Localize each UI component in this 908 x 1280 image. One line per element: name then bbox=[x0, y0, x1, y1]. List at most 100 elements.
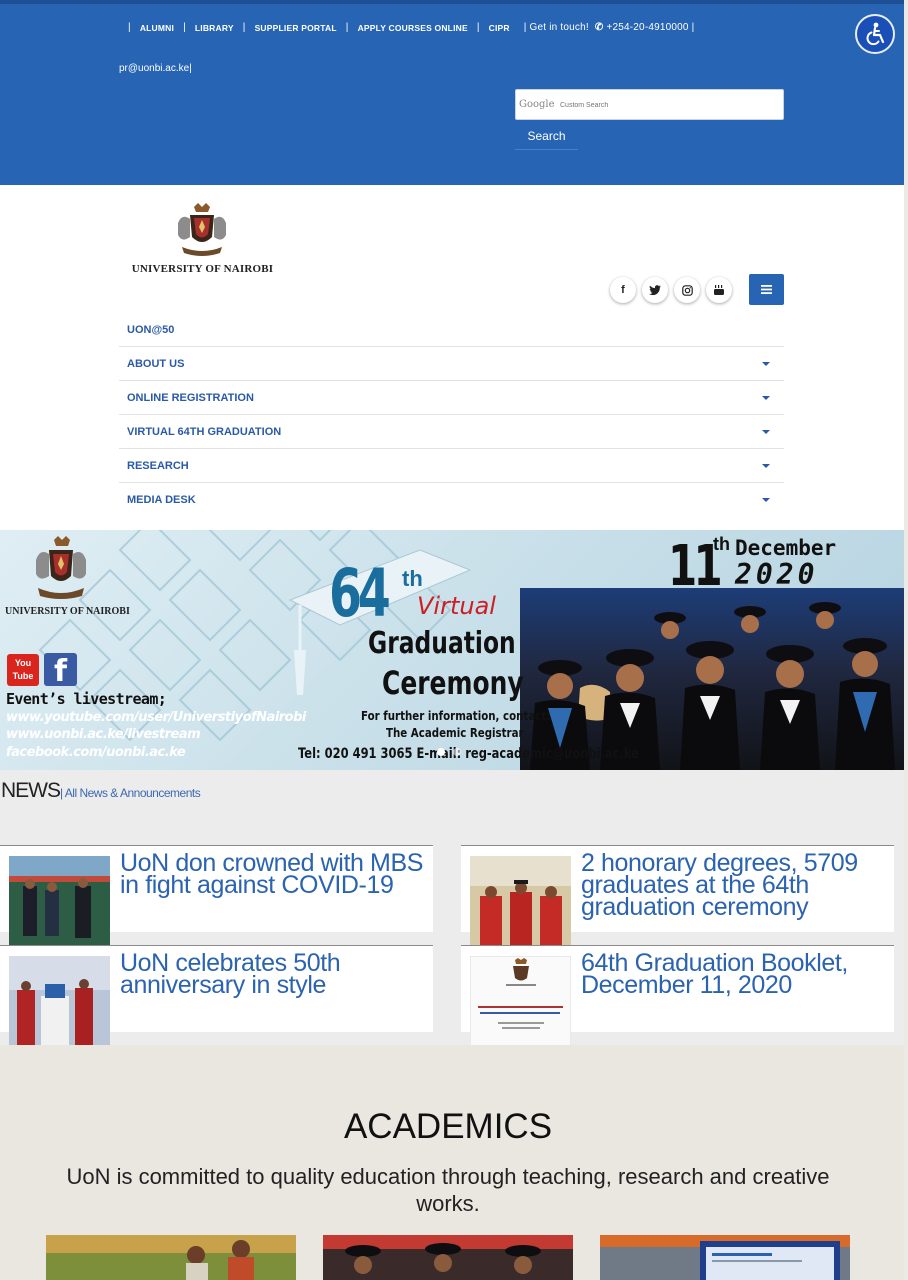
news-thumbnail bbox=[9, 956, 110, 1046]
nav-item-online-registration[interactable]: ONLINE REGISTRATION bbox=[119, 381, 784, 415]
search-button[interactable]: Search bbox=[515, 122, 578, 150]
link-separator: | bbox=[183, 22, 186, 33]
nav-item-label: ABOUT US bbox=[127, 358, 185, 370]
phone-icon: ✆ bbox=[594, 22, 604, 33]
youtube-logo-you: You bbox=[14, 658, 32, 668]
news-thumbnail bbox=[9, 856, 110, 946]
virtual-label: Virtual bbox=[417, 592, 496, 620]
twitter-icon[interactable] bbox=[642, 277, 668, 303]
news-card[interactable]: UoN don crowned with MBS in fight agains… bbox=[0, 845, 433, 946]
academics-heading: ACADEMICS bbox=[343, 1107, 553, 1146]
news-card[interactable]: 64th Graduation Booklet, December 11, 20… bbox=[461, 945, 894, 1046]
link-separator: | bbox=[345, 22, 349, 33]
twitter-bird bbox=[649, 284, 661, 295]
all-news-link[interactable]: | All News & Announcements bbox=[60, 786, 201, 800]
graduates-crowd-image bbox=[530, 602, 895, 770]
website-stream-link: www.uonbi.ac.ke/livestream bbox=[6, 727, 201, 742]
youtube-glyph bbox=[714, 285, 724, 295]
email-link[interactable]: pr@uonbi.ac.ke| bbox=[119, 63, 192, 74]
news-title: NEWS bbox=[1, 779, 61, 802]
youtube-logo-tube: Tube bbox=[12, 671, 34, 681]
link-separator: | bbox=[128, 22, 131, 33]
nav-item-about-us[interactable]: ABOUT US bbox=[119, 347, 784, 381]
cipr-link[interactable]: CIPR bbox=[489, 23, 510, 33]
youtube-icon[interactable] bbox=[706, 277, 732, 303]
caret-down-icon[interactable] bbox=[762, 464, 770, 468]
search-box: Google bbox=[515, 89, 784, 120]
youtube-logo: You Tube bbox=[7, 654, 39, 686]
link-separator: | bbox=[476, 22, 480, 33]
nav-item-research[interactable]: RESEARCH bbox=[119, 449, 784, 483]
nav-item-label: VIRTUAL 64TH GRADUATION bbox=[127, 426, 282, 438]
slider-dots bbox=[437, 748, 461, 756]
graduation-banner[interactable]: UNIVERSITY OF NAIROBI You Tube f Event’s … bbox=[0, 530, 904, 770]
news-headline[interactable]: 2 honorary degrees, 5709 graduates at th… bbox=[581, 851, 886, 920]
instagram-icon[interactable] bbox=[674, 277, 700, 303]
get-in-touch-text: | Get in touch! bbox=[523, 22, 589, 33]
link-separator: | bbox=[242, 22, 246, 33]
ceremony-month: December bbox=[735, 536, 837, 560]
facebook-logo: f bbox=[44, 653, 77, 689]
top-links: | ALUMNI | LIBRARY | SUPPLIER PORTAL | A… bbox=[119, 22, 694, 33]
news-card[interactable]: UoN celebrates 50th anniversary in style bbox=[0, 945, 433, 1046]
hamburger-icon bbox=[761, 285, 772, 294]
news-headline[interactable]: 64th Graduation Booklet, December 11, 20… bbox=[581, 951, 886, 998]
site-header: UNIVERSITY OF NAIROBI f UON@50 ABOUT US … bbox=[0, 185, 904, 530]
nav-item-uon50[interactable]: UON@50 bbox=[119, 313, 784, 347]
academics-image-graduates[interactable] bbox=[323, 1235, 573, 1280]
day-suffix: th bbox=[713, 534, 730, 554]
banner-university-name: UNIVERSITY OF NAIROBI bbox=[5, 606, 130, 617]
caret-down-icon[interactable] bbox=[762, 498, 770, 502]
youtube-stream-link: www.youtube.com/user/UniverstiyofNairobi bbox=[6, 710, 306, 725]
event-livestream-label: Event’s livestream; bbox=[6, 690, 167, 708]
caret-down-icon[interactable] bbox=[762, 430, 770, 434]
nav-item-virtual-graduation[interactable]: VIRTUAL 64TH GRADUATION bbox=[119, 415, 784, 449]
news-card[interactable]: 2 honorary degrees, 5709 graduates at th… bbox=[461, 845, 894, 946]
apply-courses-link[interactable]: APPLY COURSES ONLINE bbox=[358, 23, 468, 33]
graduation-label: Graduation bbox=[368, 626, 516, 661]
university-logo[interactable]: UNIVERSITY OF NAIROBI bbox=[125, 203, 280, 278]
ceremony-label: Ceremony bbox=[382, 664, 524, 702]
top-bar: | ALUMNI | LIBRARY | SUPPLIER PORTAL | A… bbox=[0, 0, 904, 185]
ceremony-year: 2020 bbox=[735, 558, 819, 591]
instagram-glyph bbox=[681, 284, 693, 296]
supplier-portal-link[interactable]: SUPPLIER PORTAL bbox=[255, 23, 337, 33]
news-headline[interactable]: UoN don crowned with MBS in fight agains… bbox=[120, 851, 425, 898]
accessibility-button[interactable] bbox=[855, 14, 895, 54]
academics-image-computer[interactable] bbox=[600, 1235, 850, 1280]
library-link[interactable]: LIBRARY bbox=[195, 23, 234, 33]
academics-image-students[interactable] bbox=[46, 1235, 296, 1280]
main-nav: UON@50 ABOUT US ONLINE REGISTRATION VIRT… bbox=[119, 313, 784, 517]
academics-tagline: UoN is committed to quality education th… bbox=[66, 1164, 830, 1216]
news-thumbnail bbox=[470, 956, 571, 1046]
nav-item-label: RESEARCH bbox=[127, 460, 189, 472]
graduates-photo bbox=[520, 588, 904, 770]
registrar-line: The Academic Registrar bbox=[386, 725, 524, 740]
slider-dot[interactable] bbox=[453, 748, 461, 756]
top-edge bbox=[0, 0, 904, 4]
hamburger-menu-button[interactable] bbox=[749, 274, 784, 305]
banner-coat-of-arms bbox=[36, 536, 86, 599]
nav-item-label: UON@50 bbox=[127, 324, 175, 336]
caret-down-icon[interactable] bbox=[762, 396, 770, 400]
social-links: f bbox=[610, 277, 732, 303]
google-brand: Google bbox=[519, 99, 555, 110]
academics-section: ACADEMICS UoN is committed to quality ed… bbox=[0, 1045, 904, 1280]
edition-number: 64 bbox=[329, 555, 391, 632]
news-headline[interactable]: UoN celebrates 50th anniversary in style bbox=[120, 951, 425, 998]
phone-number[interactable]: +254-20-4910000 | bbox=[606, 22, 694, 33]
nav-item-label: ONLINE REGISTRATION bbox=[127, 392, 254, 404]
info-line: For further information, contact: bbox=[361, 708, 551, 723]
ceremony-day: 11 bbox=[668, 534, 723, 599]
caret-down-icon[interactable] bbox=[762, 362, 770, 366]
logo-text: UNIVERSITY OF NAIROBI bbox=[131, 263, 274, 275]
news-thumbnail bbox=[470, 856, 571, 946]
facebook-icon[interactable]: f bbox=[610, 277, 636, 303]
nav-item-media-desk[interactable]: MEDIA DESK bbox=[119, 483, 784, 517]
slider-dot[interactable] bbox=[437, 748, 445, 756]
facebook-stream-link: facebook.com/uonbi.ac.ke bbox=[6, 745, 186, 760]
alumni-link[interactable]: ALUMNI bbox=[140, 23, 174, 33]
search-input[interactable] bbox=[560, 97, 760, 113]
coat-of-arms-icon bbox=[178, 203, 226, 256]
news-heading: NEWS| All News & Announcements bbox=[1, 779, 201, 803]
